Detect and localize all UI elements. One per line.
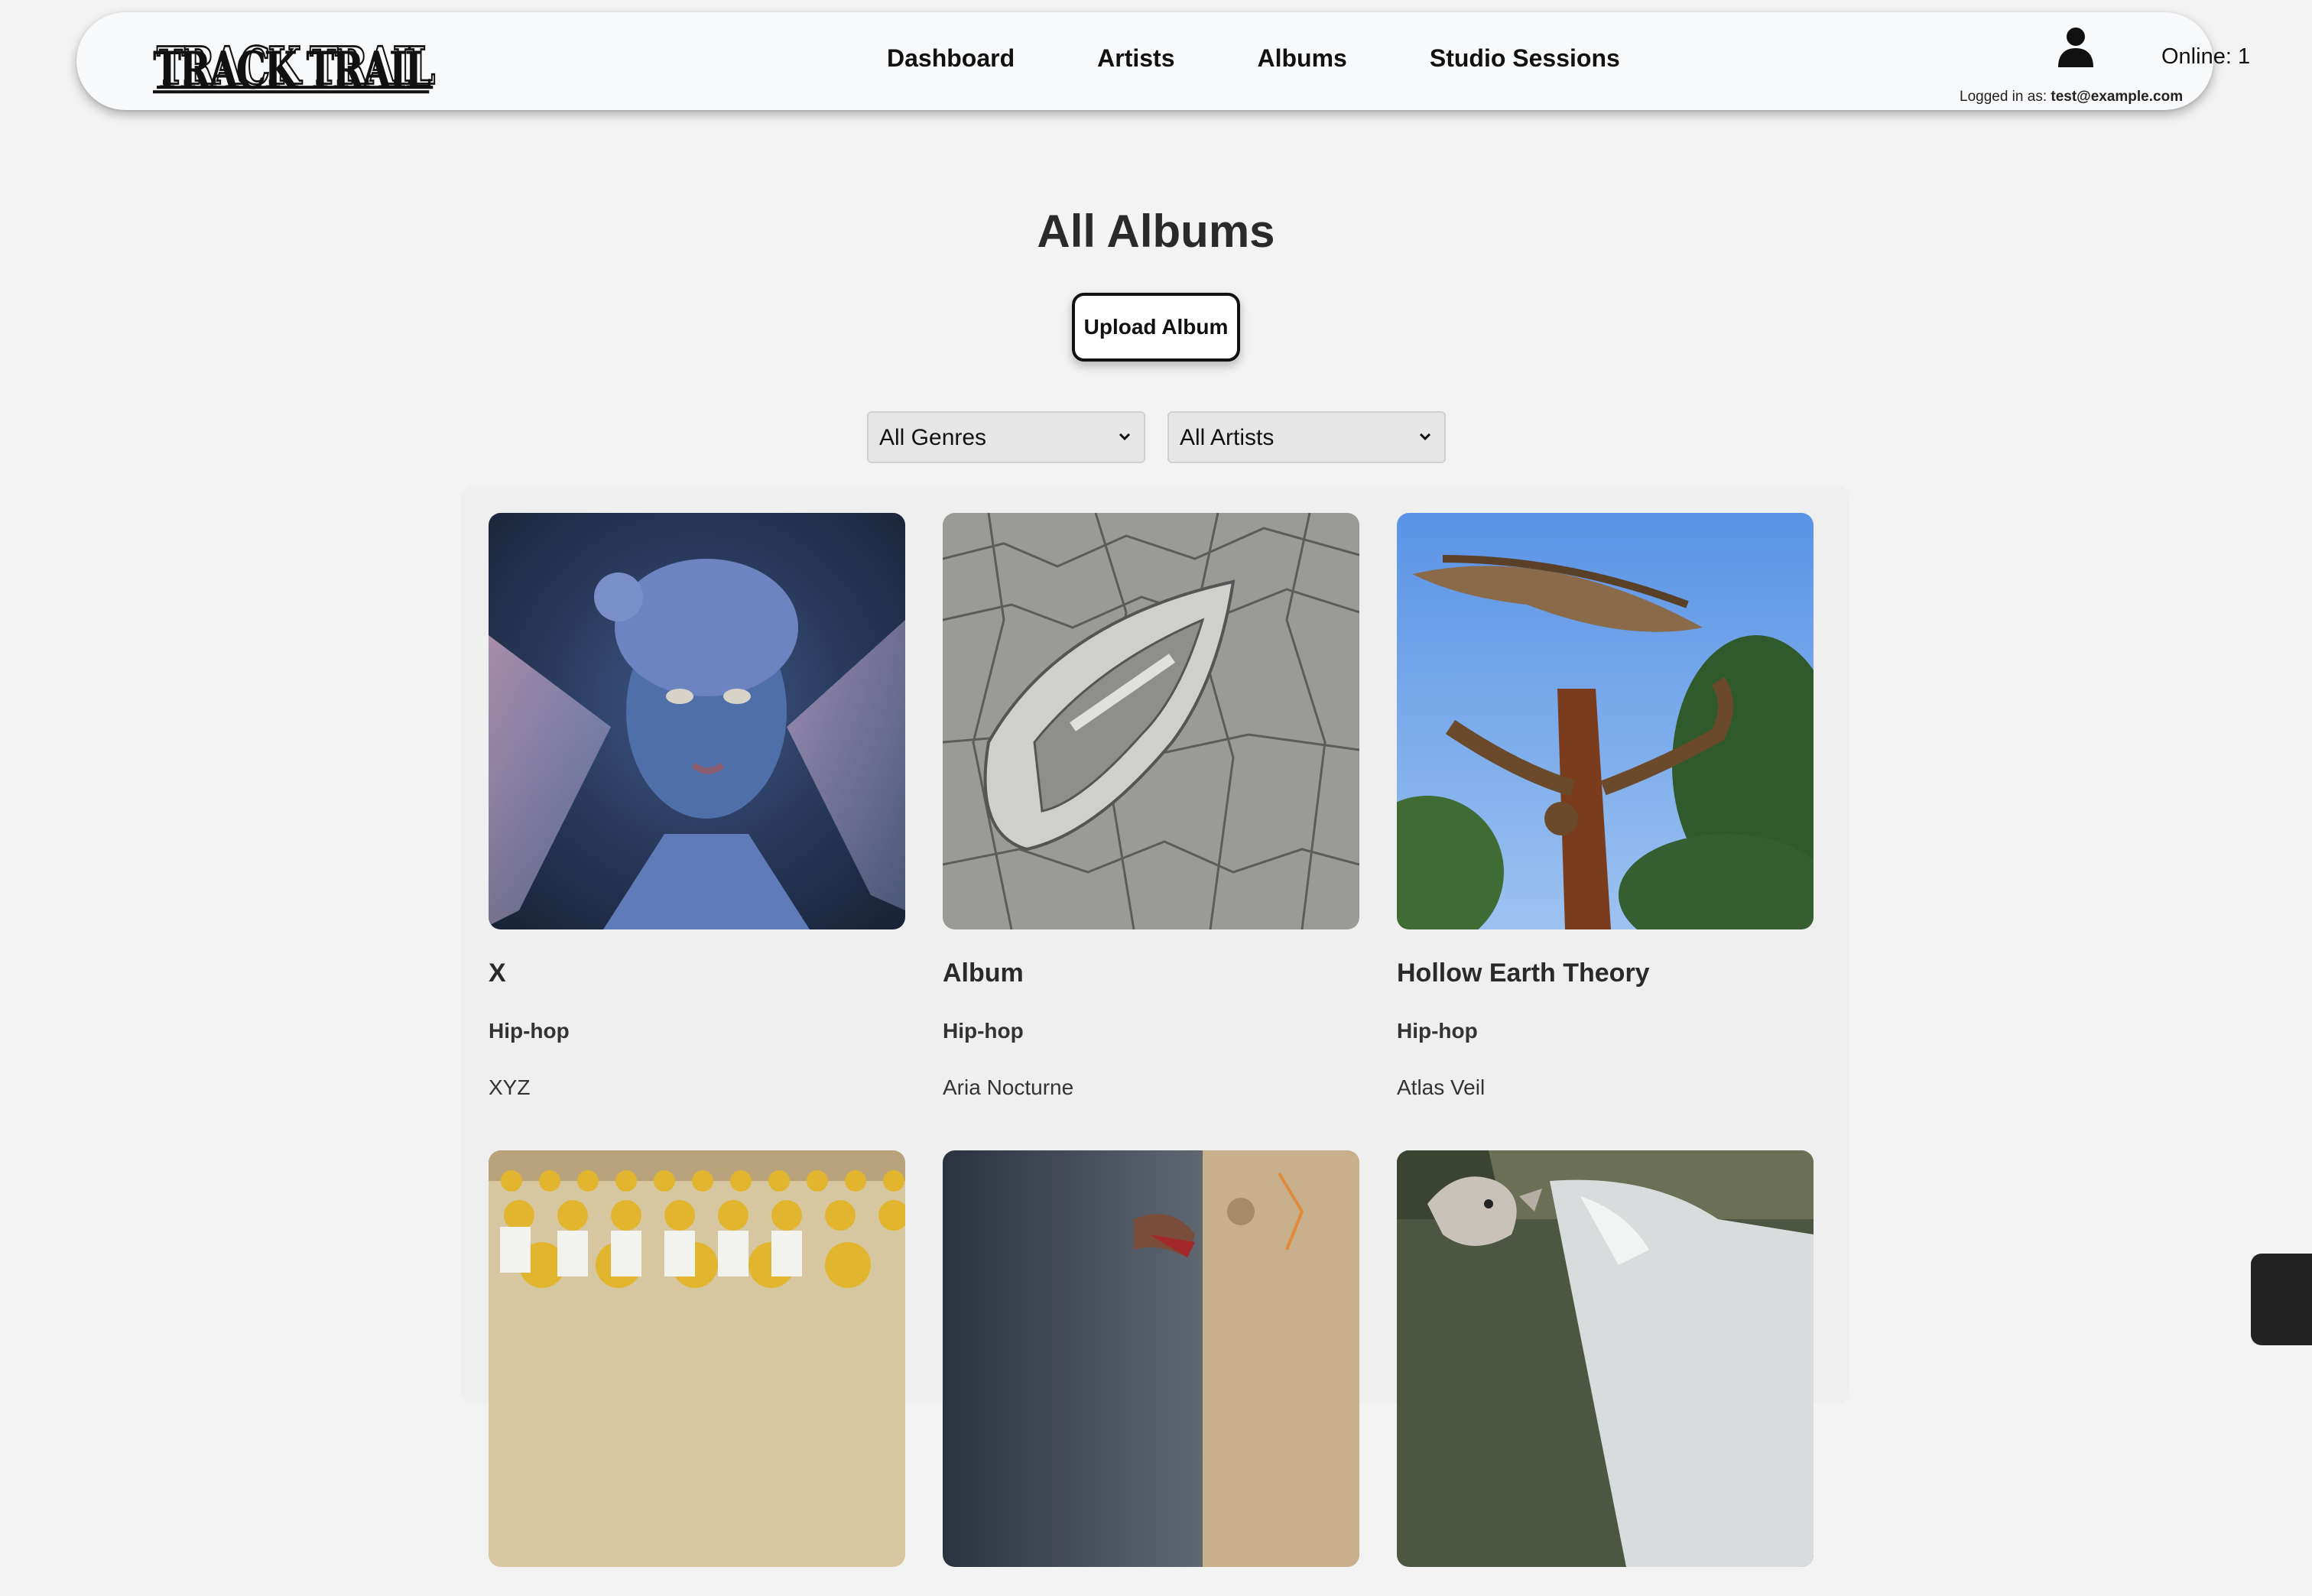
top-navbar: TRACK TRAIL TRACK TRAIL Dashboard Artist…: [76, 12, 2250, 110]
album-artist: XYZ: [489, 1075, 531, 1099]
nav-studio-sessions[interactable]: Studio Sessions: [1430, 44, 1620, 73]
album-cover-image[interactable]: [489, 513, 905, 929]
artist-filter-value: All Artists: [1180, 425, 1275, 450]
logged-in-label: Logged in as:: [1960, 89, 2047, 105]
album-cover-image[interactable]: [943, 513, 1359, 929]
album-card[interactable]: [489, 1150, 905, 1596]
album-card[interactable]: Hollow Earth Theory Hip-hop Atlas Veil: [1397, 513, 1814, 1100]
user-icon[interactable]: [2057, 26, 2095, 69]
floating-widget[interactable]: [2251, 1254, 2312, 1345]
chevron-down-icon: [1419, 433, 1431, 441]
genre-filter-select[interactable]: All Genres: [867, 411, 1145, 463]
upload-album-button[interactable]: Upload Album: [1072, 293, 1240, 362]
album-title: Album: [943, 959, 1024, 988]
album-genre: Hip-hop: [489, 1019, 570, 1043]
album-cover-image[interactable]: [489, 1150, 905, 1567]
album-cover-image[interactable]: [1397, 1150, 1814, 1567]
album-card[interactable]: [1397, 1150, 1814, 1596]
album-genre: Hip-hop: [943, 1019, 1024, 1043]
chevron-down-icon: [1119, 433, 1131, 441]
album-genre: Hip-hop: [1397, 1019, 1478, 1043]
nav-albums[interactable]: Albums: [1258, 44, 1347, 73]
album-artist: Aria Nocturne: [943, 1075, 1074, 1099]
logged-in-email: test@example.com: [2051, 89, 2184, 105]
logo-text-outline: TRACK TRAIL: [156, 34, 436, 97]
album-card[interactable]: X Hip-hop XYZ: [489, 513, 905, 1100]
album-title: X: [489, 959, 506, 988]
page-title: All Albums: [1037, 206, 1275, 257]
album-cover-image[interactable]: [1397, 513, 1814, 929]
nav-artists[interactable]: Artists: [1097, 44, 1174, 73]
album-artist: Atlas Veil: [1397, 1075, 1486, 1099]
main-nav: Dashboard Artists Albums Studio Sessions: [887, 44, 1620, 73]
logged-in-info: Logged in as: test@example.com: [1960, 89, 2183, 105]
online-count: Online: 1: [2161, 44, 2251, 69]
nav-dashboard[interactable]: Dashboard: [887, 44, 1015, 73]
album-title: Hollow Earth Theory: [1397, 959, 1650, 988]
logo[interactable]: TRACK TRAIL TRACK TRAIL: [153, 34, 436, 104]
album-card[interactable]: [943, 1150, 1359, 1596]
artist-filter-select[interactable]: All Artists: [1167, 411, 1446, 463]
genre-filter-value: All Genres: [879, 425, 987, 450]
album-card[interactable]: Album Hip-hop Aria Nocturne: [943, 513, 1359, 1100]
album-cover-image[interactable]: [943, 1150, 1359, 1567]
